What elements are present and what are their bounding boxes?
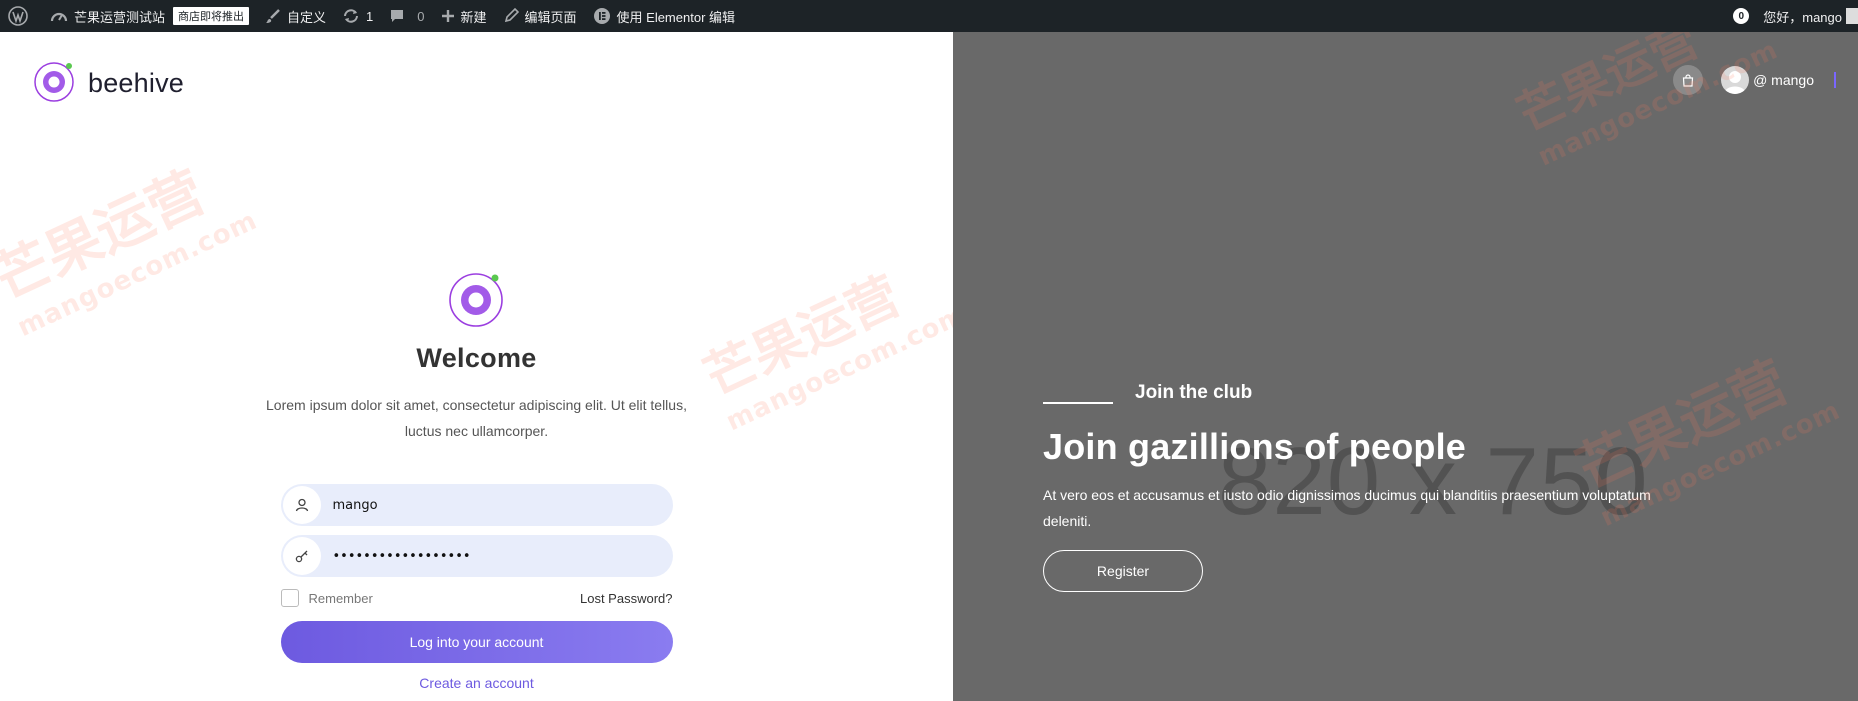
wordpress-icon <box>8 6 28 26</box>
remember-row: Remember Lost Password? <box>280 589 673 607</box>
header-actions: @ mango <box>1673 65 1838 95</box>
customize-menu[interactable]: 自定义 <box>257 0 334 32</box>
username-value: mango <box>332 497 378 513</box>
edit-page-label: 编辑页面 <box>524 9 577 25</box>
club-heading: Join gazillions of people <box>1043 426 1467 467</box>
notifications-count[interactable]: 0 <box>1733 8 1750 24</box>
adminbar-secondary: 0 您好，mango <box>1733 0 1858 32</box>
club-description: At vero eos et accusamus et iusto odio d… <box>1043 487 1651 529</box>
beehive-emblem-icon <box>447 268 507 333</box>
welcome-heading: Welcome <box>416 343 537 373</box>
elementor-icon <box>593 7 611 25</box>
key-icon <box>282 537 321 575</box>
username-field[interactable]: mango <box>280 484 673 526</box>
comments-count: 0 <box>417 8 425 24</box>
new-content-menu[interactable]: 新建 <box>433 0 495 32</box>
create-account-link[interactable]: Create an account <box>281 675 673 691</box>
register-button[interactable]: Register <box>1043 550 1203 592</box>
customize-label: 自定义 <box>287 9 327 25</box>
elementor-edit-label: 使用 Elementor 编辑 <box>616 9 736 25</box>
edit-page-menu[interactable]: 编辑页面 <box>495 0 585 32</box>
club-tag-text: Join the club <box>1135 382 1253 403</box>
plus-icon <box>441 9 455 23</box>
welcome-intro-text: Lorem ipsum dolor sit amet, consectetur … <box>266 397 687 439</box>
account-avatar[interactable] <box>1846 8 1858 24</box>
club-tagline: Join the club <box>1043 382 1683 404</box>
wp-logo-menu[interactable] <box>0 0 42 32</box>
lost-password-link[interactable]: Lost Password? <box>580 591 673 606</box>
remember-checkbox[interactable] <box>280 589 299 607</box>
remember-label: Remember <box>308 590 373 606</box>
site-name: 芒果运营测试站 <box>74 9 166 25</box>
updates-icon <box>342 8 360 24</box>
pencil-icon <box>503 8 519 24</box>
site-name-menu[interactable]: 芒果运营测试站 商店即将推出 <box>42 0 257 32</box>
brush-icon <box>265 8 281 24</box>
user-handle[interactable]: @ mango <box>1753 72 1814 88</box>
divider-line <box>1043 402 1113 404</box>
password-value: •••••••••••••••••• <box>332 548 471 564</box>
promo-panel: 820 x 750 @ mango Join the club Join gaz… <box>953 32 1858 701</box>
site-logo[interactable]: beehive <box>32 58 184 109</box>
updates-count: 1 <box>366 8 374 24</box>
elementor-edit-menu[interactable]: 使用 Elementor 编辑 <box>585 0 743 32</box>
login-button[interactable]: Log into your account <box>280 621 673 663</box>
menu-toggle[interactable] <box>1834 72 1838 88</box>
dashboard-icon <box>50 8 68 24</box>
user-icon <box>282 486 321 524</box>
beehive-logo-icon <box>32 58 78 109</box>
comment-icon <box>389 8 405 24</box>
remember-control[interactable]: Remember <box>280 589 373 607</box>
club-section: Join the club Join gazillions of people … <box>1043 382 1683 592</box>
watermark: 芒果运营 mangoecom.com <box>1509 32 1783 173</box>
avatar-silhouette-icon <box>1724 71 1747 94</box>
store-coming-soon-badge[interactable]: 商店即将推出 <box>173 7 250 25</box>
login-panel: beehive Welcome Lorem ipsum dolor sit am… <box>0 32 971 701</box>
comments-menu[interactable]: 0 <box>381 0 432 32</box>
wp-admin-bar: 芒果运营测试站 商店即将推出 自定义 1 0 新建 编辑页面 使用 Elemen… <box>0 0 1858 32</box>
shopping-bag-icon <box>1682 73 1694 87</box>
login-form-container: Welcome Lorem ipsum dolor sit amet, cons… <box>0 268 953 691</box>
brand-name: beehive <box>88 68 184 98</box>
password-field[interactable]: •••••••••••••••••• <box>280 535 673 577</box>
new-label: 新建 <box>460 9 487 25</box>
user-avatar[interactable] <box>1721 66 1750 94</box>
cart-button[interactable] <box>1673 65 1704 95</box>
login-form: mango •••••••••••••••••• Remember Lost P… <box>280 484 673 691</box>
account-greeting[interactable]: 您好，mango <box>1763 7 1842 26</box>
updates-menu[interactable]: 1 <box>334 0 381 32</box>
